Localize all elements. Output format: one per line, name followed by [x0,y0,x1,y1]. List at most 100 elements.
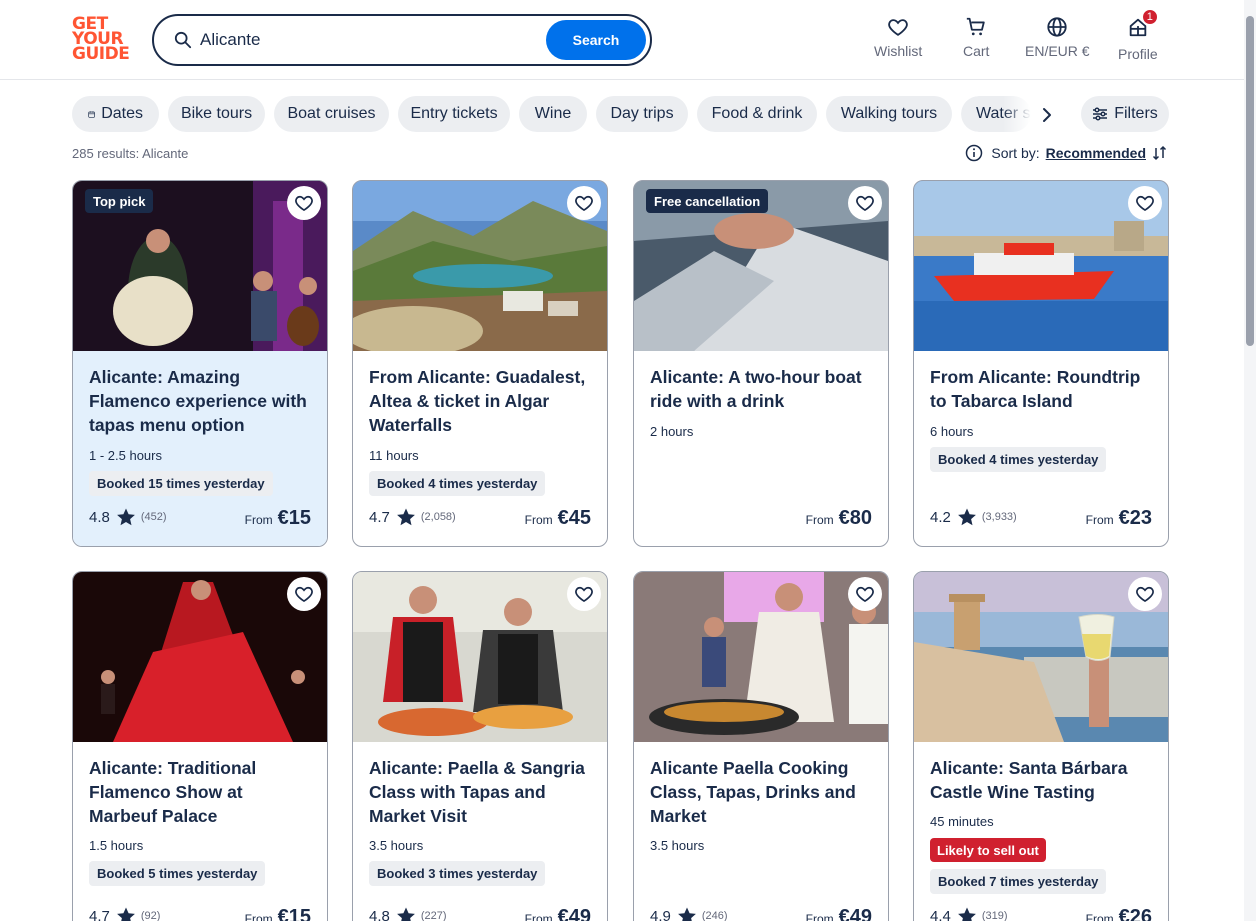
activity-title[interactable]: Alicante: A two-hour boat ride with a dr… [650,365,875,413]
price-from-label: From [244,513,273,527]
chip-entry-tickets[interactable]: Entry tickets [398,96,510,132]
chip-label: Entry tickets [410,105,498,122]
getyourguide-logo[interactable]: GET YOUR GUIDE [72,16,132,65]
heart-icon [856,586,874,603]
filters-label: Filters [1114,105,1158,122]
activity-card[interactable]: From Alicante: Guadalest, Altea & ticket… [352,180,608,547]
sort-label: Sort by: [991,145,1040,161]
activity-duration: 2 hours [650,424,694,439]
calendar-icon [88,110,95,118]
review-count: (319) [981,910,1008,921]
rating-value: 4.7 [89,907,110,921]
price-amount: €15 [277,906,311,921]
search-bar: Search [152,14,652,66]
activity-price: From €49 [806,906,872,921]
scrollbar-thumb[interactable] [1246,16,1254,346]
price-amount: €23 [1118,507,1152,529]
wishlist-button[interactable] [848,577,882,611]
star-icon [677,907,696,921]
nav-locale[interactable]: EN/EUR € [1025,16,1090,64]
nav-profile[interactable]: 1 Profile [1118,8,1159,64]
activity-price: From €45 [525,507,591,530]
activity-card[interactable]: Free cancellation Alicante: A two-hour b… [633,180,889,547]
price-from-label: From [244,912,273,921]
card-body: Alicante: Traditional Flamenco Show at M… [73,742,327,921]
nav-wishlist[interactable]: Wishlist [874,16,922,64]
activity-rating: 4.9 (246) [650,906,728,921]
chip-label: Boat cruises [287,105,376,122]
rating-value: 4.2 [930,508,951,526]
activity-title[interactable]: Alicante: Paella & Sangria Class with Ta… [369,756,594,828]
activity-rating: 4.7 (2,058) [369,507,456,527]
card-body: Alicante Paella Cooking Class, Tapas, Dr… [634,742,888,921]
activity-duration: 1.5 hours [89,838,144,853]
heart-icon [295,195,313,212]
chip-label: Bike tours [180,105,253,122]
chip-wine[interactable]: Wine [519,96,587,132]
activity-card[interactable]: From Alicante: Roundtrip to Tabarca Isla… [913,180,1169,547]
star-icon [396,907,415,921]
star-icon [957,907,976,921]
activity-card[interactable]: Alicante: Santa Bárbara Castle Wine Tast… [913,571,1169,921]
wishlist-button[interactable] [1128,577,1162,611]
chip-boat-cruises[interactable]: Boat cruises [274,96,389,132]
review-count: (3,933) [981,511,1017,523]
info-icon[interactable] [965,144,983,162]
nav-cart-label: Cart [963,43,990,59]
sort-arrows-icon[interactable] [1152,145,1168,161]
filters-button[interactable]: Filters [1081,96,1169,132]
star-icon [396,508,415,526]
activity-duration: 6 hours [930,424,974,439]
chip-day-trips[interactable]: Day trips [596,96,688,132]
activity-title[interactable]: From Alicante: Roundtrip to Tabarca Isla… [930,365,1155,413]
wishlist-button[interactable] [1128,186,1162,220]
activity-title[interactable]: Alicante: Amazing Flamenco experience wi… [89,365,314,437]
wishlist-button[interactable] [567,186,601,220]
wishlist-button[interactable] [567,577,601,611]
activity-title[interactable]: Alicante: Traditional Flamenco Show at M… [89,756,314,828]
notification-badge: 1 [1140,8,1159,26]
sort-value[interactable]: Recommended [1046,145,1146,161]
price-from-label: From [524,513,553,527]
chip-water-sports[interactable]: Water s [961,96,1031,132]
wishlist-button[interactable] [848,186,882,220]
activity-rating: 4.8 (452) [89,507,167,527]
chip-bike-tours[interactable]: Bike tours [168,96,265,132]
activity-rating: 4.2 (3,933) [930,507,1017,527]
sliders-icon [1093,107,1108,121]
activity-title[interactable]: From Alicante: Guadalest, Altea & ticket… [369,365,594,437]
wishlist-button[interactable] [287,577,321,611]
star-icon [957,508,976,526]
activity-title[interactable]: Alicante Paella Cooking Class, Tapas, Dr… [650,756,875,828]
heart-icon [1136,586,1154,603]
activity-card[interactable]: Alicante: Paella & Sangria Class with Ta… [352,571,608,921]
chip-food-drink[interactable]: Food & drink [697,96,817,132]
chip-dates[interactable]: Dates [72,96,159,132]
page-scrollbar[interactable] [1244,0,1256,921]
heart-icon [888,19,908,36]
activity-rating: 4.8 (227) [369,906,447,921]
search-button[interactable]: Search [546,20,646,60]
price-from-label: From [805,513,834,527]
activity-card[interactable]: Top pick Alicante: Amazing Flamenco expe… [72,180,328,547]
heart-icon [1136,195,1154,212]
search-input[interactable] [200,27,530,53]
chip-walking-tours[interactable]: Walking tours [826,96,952,132]
nav-cart[interactable]: Cart [963,16,989,64]
activity-card[interactable]: Alicante: Traditional Flamenco Show at M… [72,571,328,921]
chip-label: Food & drink [711,105,803,122]
star-icon [116,907,135,921]
review-count: (246) [701,910,728,921]
activity-title[interactable]: Alicante: Santa Bárbara Castle Wine Tast… [930,756,1155,804]
chevron-right-icon[interactable] [1036,104,1058,126]
activity-duration: 3.5 hours [369,838,424,853]
booked-badge: Booked 7 times yesterday [930,869,1107,894]
star-icon [116,508,135,526]
wishlist-button[interactable] [287,186,321,220]
likely-to-sell-out-badge: Likely to sell out [930,838,1046,862]
price-from-label: From [805,912,834,921]
sort-control[interactable]: Sort by: Recommended [965,144,1168,162]
price-from-label: From [524,912,553,921]
activity-card[interactable]: Alicante Paella Cooking Class, Tapas, Dr… [633,571,889,921]
heart-icon [575,195,593,212]
